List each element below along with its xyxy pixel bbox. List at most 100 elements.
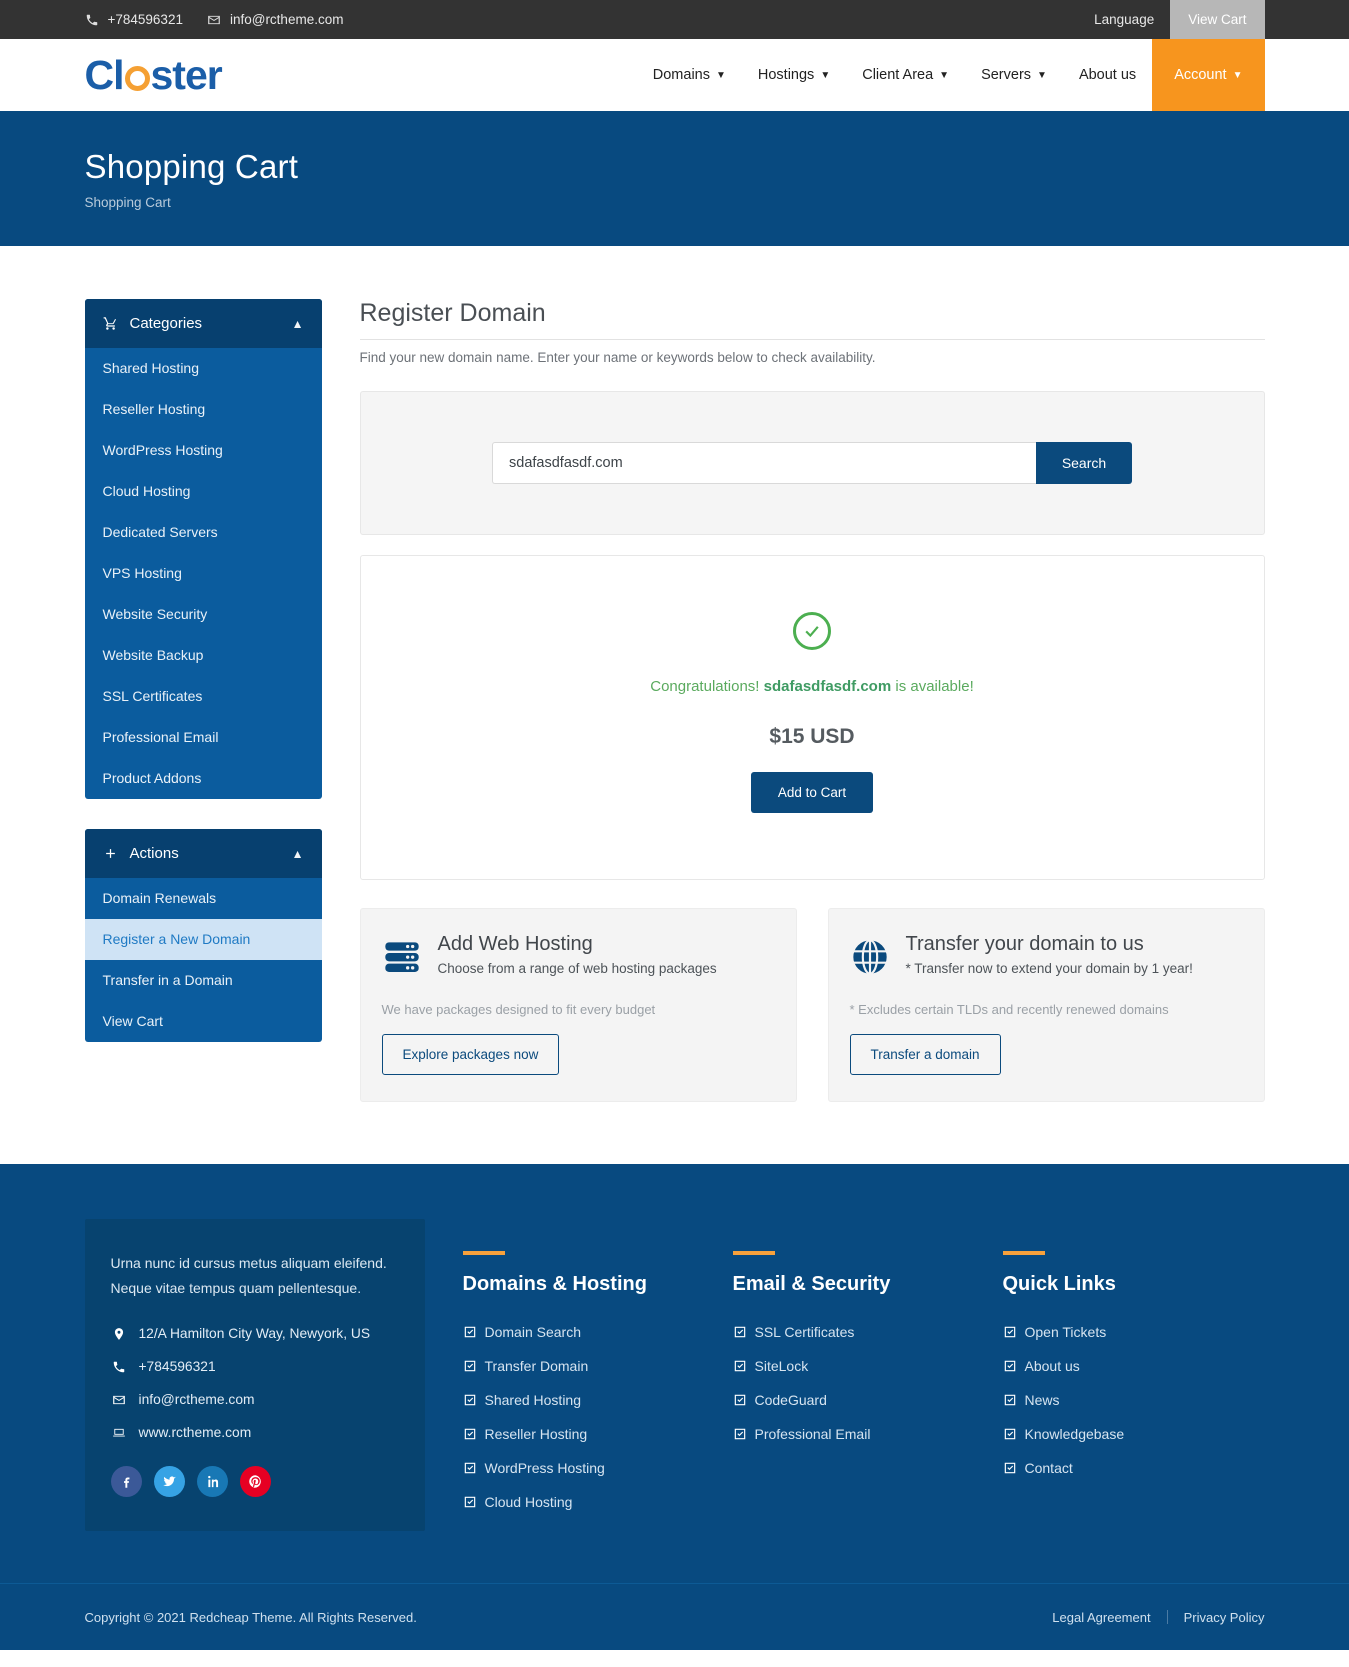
- checkbox-icon: [463, 1461, 477, 1475]
- chevron-down-icon: ▼: [939, 70, 950, 81]
- footer-link-knowledgebase[interactable]: Knowledgebase: [1003, 1426, 1265, 1442]
- main-navigation: Domains ▼ Hostings ▼ Client Area ▼ Serve…: [637, 39, 1265, 111]
- transfer-domain-button[interactable]: Transfer a domain: [849, 1034, 1001, 1075]
- chevron-up-icon: ▲: [291, 846, 304, 861]
- footer-link-codeguard[interactable]: CodeGuard: [733, 1392, 995, 1408]
- footer-link-label: Cloud Hosting: [484, 1494, 573, 1510]
- checkbox-icon: [463, 1359, 477, 1373]
- sidebar-item-domain-renewals[interactable]: Domain Renewals: [85, 878, 322, 919]
- sidebar-item-shared-hosting[interactable]: Shared Hosting: [85, 348, 322, 389]
- phone-icon: [111, 1360, 127, 1374]
- logo-text-first: Cl: [84, 51, 125, 98]
- pinterest-icon[interactable]: [239, 1466, 271, 1497]
- availability-suffix: is available!: [895, 678, 974, 695]
- page-title: Shopping Cart: [84, 148, 299, 186]
- footer-phone[interactable]: +784596321: [111, 1359, 399, 1374]
- footer-link-news[interactable]: News: [1003, 1392, 1265, 1408]
- sidebar-item-professional-email[interactable]: Professional Email: [85, 717, 322, 758]
- footer-link-cloud-hosting[interactable]: Cloud Hosting: [463, 1494, 725, 1510]
- nav-item-about-us[interactable]: About us: [1063, 39, 1152, 111]
- nav-item-domains[interactable]: Domains ▼: [637, 39, 742, 111]
- availability-prefix: Congratulations!: [650, 678, 760, 695]
- nav-label: Client Area: [862, 67, 934, 83]
- footer-link-domain-search[interactable]: Domain Search: [463, 1324, 725, 1340]
- footer-link-professional-email[interactable]: Professional Email: [733, 1426, 995, 1442]
- footer-link-wordpress-hosting[interactable]: WordPress Hosting: [463, 1460, 725, 1476]
- divider: [1166, 1610, 1168, 1624]
- nav-label: Servers: [981, 67, 1032, 83]
- panel-actions-title: Actions: [129, 845, 179, 862]
- checkbox-icon: [1003, 1427, 1017, 1441]
- footer-link-reseller-hosting[interactable]: Reseller Hosting: [463, 1426, 725, 1442]
- checkbox-icon: [463, 1393, 477, 1407]
- facebook-icon[interactable]: [110, 1466, 142, 1497]
- card-note: * Excludes certain TLDs and recently ren…: [849, 1002, 1169, 1017]
- heading-accent-bar: [462, 1251, 505, 1255]
- checkbox-icon: [733, 1393, 747, 1407]
- sidebar-item-ssl-certificates[interactable]: SSL Certificates: [85, 676, 322, 717]
- checkbox-icon: [1003, 1461, 1017, 1475]
- heading-accent-bar: [732, 1251, 775, 1255]
- legal-agreement-link[interactable]: Legal Agreement: [1052, 1610, 1150, 1625]
- sidebar-item-cloud-hosting[interactable]: Cloud Hosting: [85, 471, 322, 512]
- panel-categories-header[interactable]: Categories ▲: [84, 299, 322, 348]
- sidebar-item-product-addons[interactable]: Product Addons: [85, 758, 322, 799]
- domain-search-button[interactable]: Search: [1036, 442, 1132, 484]
- add-to-cart-button[interactable]: Add to Cart: [750, 772, 874, 813]
- footer-link-transfer-domain[interactable]: Transfer Domain: [463, 1358, 725, 1374]
- explore-packages-button[interactable]: Explore packages now: [381, 1034, 560, 1075]
- nav-item-client-area[interactable]: Client Area ▼: [846, 39, 965, 111]
- footer-about: Urna nunc id cursus metus aliquam eleife…: [84, 1219, 425, 1531]
- server-icon: [382, 933, 424, 982]
- location-pin-icon: [111, 1327, 127, 1341]
- footer-link-label: Domain Search: [484, 1324, 582, 1340]
- view-cart-button[interactable]: View Cart: [1170, 0, 1265, 39]
- topbar-email[interactable]: info@rctheme.com: [207, 12, 343, 27]
- sidebar-item-reseller-hosting[interactable]: Reseller Hosting: [85, 389, 322, 430]
- nav-item-hostings[interactable]: Hostings ▼: [742, 39, 846, 111]
- privacy-policy-link[interactable]: Privacy Policy: [1184, 1610, 1265, 1625]
- footer-link-contact[interactable]: Contact: [1003, 1460, 1265, 1476]
- language-selector[interactable]: Language: [1078, 0, 1170, 39]
- sidebar-item-view-cart[interactable]: View Cart: [85, 1001, 322, 1042]
- sidebar-item-transfer-in-domain[interactable]: Transfer in a Domain: [85, 960, 322, 1001]
- chevron-down-icon: ▼: [715, 70, 726, 81]
- checkbox-icon: [463, 1427, 477, 1441]
- checkbox-icon: [463, 1495, 477, 1509]
- footer-link-shared-hosting[interactable]: Shared Hosting: [463, 1392, 725, 1408]
- footer-address: 12/A Hamilton City Way, Newyork, US: [111, 1326, 399, 1341]
- card-title: Transfer your domain to us: [905, 933, 1144, 955]
- cart-icon: [103, 316, 120, 331]
- topbar-phone-text: +784596321: [107, 12, 183, 27]
- chevron-down-icon: ▼: [820, 70, 831, 81]
- topbar-phone[interactable]: +784596321: [85, 12, 183, 27]
- domain-search-input[interactable]: [492, 442, 1036, 484]
- panel-actions-header[interactable]: Actions ▲: [84, 829, 322, 878]
- sidebar-item-register-new-domain[interactable]: Register a New Domain: [84, 919, 322, 960]
- sidebar-item-website-security[interactable]: Website Security: [85, 594, 322, 635]
- sidebar-item-dedicated-servers[interactable]: Dedicated Servers: [85, 512, 322, 553]
- card-title: Add Web Hosting: [437, 933, 593, 955]
- twitter-icon[interactable]: [153, 1466, 185, 1497]
- checkbox-icon: [733, 1359, 747, 1373]
- copyright-bar: Copyright © 2021 Redcheap Theme. All Rig…: [0, 1583, 1349, 1650]
- logo-ring-icon: [124, 65, 150, 91]
- section-title: Register Domain: [359, 299, 1265, 340]
- footer-link-about-us[interactable]: About us: [1003, 1358, 1265, 1374]
- site-footer: Urna nunc id cursus metus aliquam eleife…: [0, 1164, 1349, 1650]
- footer-link-open-tickets[interactable]: Open Tickets: [1003, 1324, 1265, 1340]
- linkedin-icon[interactable]: [196, 1466, 228, 1497]
- footer-phone-text: +784596321: [138, 1359, 216, 1374]
- nav-item-account[interactable]: Account ▼: [1152, 39, 1265, 111]
- footer-website[interactable]: www.rctheme.com: [111, 1425, 399, 1440]
- footer-link-ssl-certificates[interactable]: SSL Certificates: [733, 1324, 995, 1340]
- sidebar-item-wordpress-hosting[interactable]: WordPress Hosting: [85, 430, 322, 471]
- checkbox-icon: [733, 1427, 747, 1441]
- footer-email[interactable]: info@rctheme.com: [111, 1392, 399, 1407]
- nav-item-servers[interactable]: Servers ▼: [965, 39, 1063, 111]
- sidebar-item-website-backup[interactable]: Website Backup: [85, 635, 322, 676]
- nav-label: Domains: [652, 67, 710, 83]
- footer-link-sitelock[interactable]: SiteLock: [733, 1358, 995, 1374]
- sidebar-item-vps-hosting[interactable]: VPS Hosting: [85, 553, 322, 594]
- site-logo[interactable]: Cl ster: [84, 39, 223, 111]
